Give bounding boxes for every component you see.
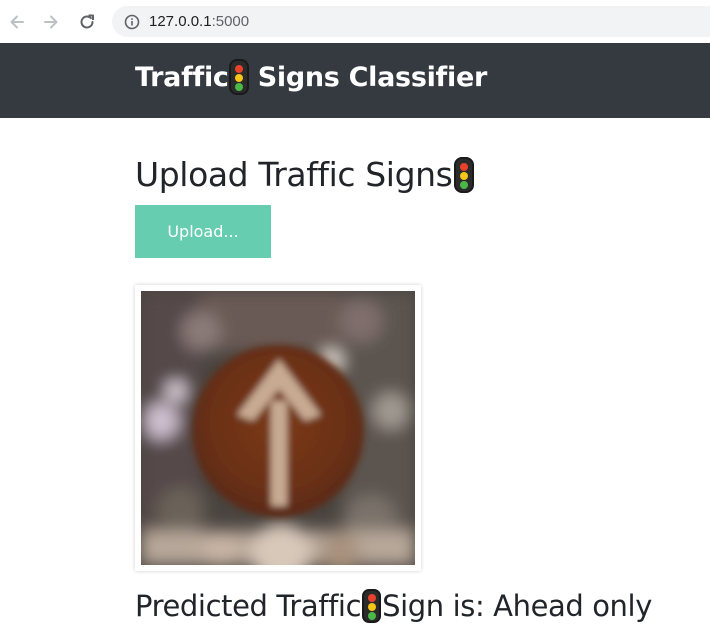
page-heading-text: Upload Traffic Signs — [135, 155, 453, 194]
uploaded-traffic-sign-image — [141, 291, 415, 565]
prediction-text-end: Sign is: Ahead only — [382, 589, 652, 623]
brand-text-start: Traffic — [135, 61, 229, 93]
url-port: :5000 — [211, 13, 250, 30]
brand-link[interactable]: Traffic Signs Classifier — [135, 59, 487, 95]
prediction-text-start: Predicted Traffic — [135, 589, 362, 623]
traffic-light-icon — [228, 59, 249, 95]
traffic-light-icon — [454, 156, 475, 193]
prediction-result: Predicted Traffic Sign is: Ahead only — [135, 589, 652, 623]
uploaded-image-card — [135, 285, 421, 571]
arrow-left-icon[interactable] — [6, 11, 28, 33]
address-bar[interactable]: 127.0.0.1:5000 — [112, 6, 710, 37]
navbar: Traffic Signs Classifier — [0, 43, 710, 118]
url-text[interactable]: 127.0.0.1:5000 — [149, 13, 249, 30]
url-host: 127.0.0.1 — [149, 13, 212, 30]
traffic-light-icon — [362, 589, 382, 623]
browser-toolbar: 127.0.0.1:5000 — [0, 0, 710, 43]
brand-text-end: Signs Classifier — [248, 61, 488, 93]
page-heading: Upload Traffic Signs — [135, 155, 475, 194]
reload-icon[interactable] — [76, 11, 98, 33]
arrow-right-icon[interactable] — [40, 11, 62, 33]
info-icon[interactable] — [124, 14, 140, 30]
upload-button[interactable]: Upload... — [135, 205, 271, 258]
